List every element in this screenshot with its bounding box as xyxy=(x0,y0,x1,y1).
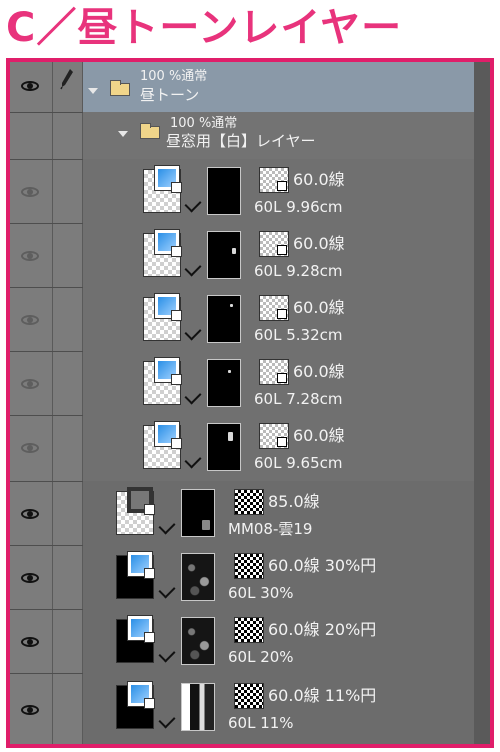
folder-opacity: 100 %通常 xyxy=(170,116,238,131)
layer-row[interactable]: 60.0線 60L 5.32cm xyxy=(10,287,474,352)
tone-label: 60.0線 xyxy=(293,362,345,381)
eye-icon[interactable] xyxy=(21,443,41,455)
layer-row[interactable]: 60.0線 11%円 60L 11% xyxy=(10,673,474,744)
tone-icon xyxy=(259,295,289,321)
layer-mask-thumbnail[interactable] xyxy=(207,167,241,215)
layer-info: 60L 20% xyxy=(228,648,294,666)
tone-label: 60.0線 xyxy=(293,298,345,317)
tone-icon xyxy=(259,359,289,385)
folder-opacity: 100 %通常 xyxy=(140,69,208,84)
eye-icon[interactable] xyxy=(21,509,41,521)
layer-mask-thumbnail[interactable] xyxy=(207,423,241,471)
layer-info: 60L 9.96cm xyxy=(254,198,343,216)
layer-row[interactable]: 60.0線 20%円 60L 20% xyxy=(10,609,474,674)
layer-type-icon xyxy=(127,615,155,643)
folder-icon xyxy=(140,123,160,139)
layer-panel: 100 %通常 昼トーン 100 %通常 昼窓用【白】レイヤー 60.0線 60… xyxy=(6,58,494,748)
eye-icon[interactable] xyxy=(21,573,41,585)
tone-label: 60.0線 11%円 xyxy=(268,686,377,705)
eye-icon[interactable] xyxy=(21,379,41,391)
layer-mask-thumbnail[interactable] xyxy=(181,617,215,665)
folder-row[interactable]: 100 %通常 昼窓用【白】レイヤー xyxy=(10,112,474,160)
tone-icon xyxy=(234,617,264,643)
eye-icon[interactable] xyxy=(21,187,41,199)
eye-icon[interactable] xyxy=(21,705,41,717)
folder-icon xyxy=(110,80,130,96)
layer-row[interactable]: 60.0線 60L 9.65cm xyxy=(10,415,474,482)
layer-type-icon xyxy=(154,293,182,321)
folder-name: 昼窓用【白】レイヤー xyxy=(166,132,316,150)
triangle-down-icon[interactable] xyxy=(118,131,128,137)
pen-icon[interactable] xyxy=(60,68,74,90)
layer-type-icon xyxy=(154,229,182,257)
eye-icon[interactable] xyxy=(21,81,41,93)
tone-label: 60.0線 xyxy=(293,426,345,445)
layer-mask-thumbnail[interactable] xyxy=(181,683,215,731)
triangle-down-icon[interactable] xyxy=(88,88,98,94)
layer-row[interactable]: 60.0線 60L 7.28cm xyxy=(10,351,474,416)
layer-info: 60L 7.28cm xyxy=(254,390,343,408)
tone-icon xyxy=(234,553,264,579)
layer-type-icon xyxy=(154,357,182,385)
layer-info: MM08-雲19 xyxy=(228,520,313,538)
layer-mask-thumbnail[interactable] xyxy=(207,359,241,407)
layer-type-icon xyxy=(127,551,155,579)
layer-row[interactable]: 85.0線 MM08-雲19 xyxy=(10,481,474,546)
layer-type-icon xyxy=(154,165,182,193)
layer-mask-thumbnail[interactable] xyxy=(181,489,215,537)
layer-mask-thumbnail[interactable] xyxy=(207,295,241,343)
tone-icon xyxy=(259,231,289,257)
layer-info: 60L 9.28cm xyxy=(254,262,343,280)
tone-label: 60.0線 20%円 xyxy=(268,620,377,639)
tone-label: 60.0線 30%円 xyxy=(268,556,377,575)
eye-icon[interactable] xyxy=(21,251,41,263)
layer-type-icon xyxy=(154,421,182,449)
scrollbar[interactable] xyxy=(473,62,490,744)
eye-icon[interactable] xyxy=(21,637,41,649)
layer-type-icon xyxy=(127,681,155,709)
layer-row[interactable]: 60.0線 60L 9.28cm xyxy=(10,223,474,288)
tone-icon xyxy=(259,423,289,449)
layer-mask-thumbnail[interactable] xyxy=(181,553,215,601)
layer-type-icon xyxy=(127,487,155,515)
layer-row[interactable]: 60.0線 60L 9.96cm xyxy=(10,159,474,224)
layer-row[interactable]: 60.0線 30%円 60L 30% xyxy=(10,545,474,610)
tone-label: 60.0線 xyxy=(293,170,345,189)
layer-info: 60L 9.65cm xyxy=(254,454,343,472)
tone-icon xyxy=(259,167,289,193)
page-title: C／昼トーンレイヤー xyxy=(6,5,403,51)
tone-label: 85.0線 xyxy=(268,492,320,511)
layer-info: 60L 11% xyxy=(228,714,294,732)
layer-info: 60L 30% xyxy=(228,584,294,602)
folder-name: 昼トーン xyxy=(140,86,200,104)
layer-info: 60L 5.32cm xyxy=(254,326,343,344)
folder-row[interactable]: 100 %通常 昼トーン xyxy=(10,62,474,113)
tone-icon xyxy=(234,683,264,709)
tone-label: 60.0線 xyxy=(293,234,345,253)
layer-mask-thumbnail[interactable] xyxy=(207,231,241,279)
tone-icon xyxy=(234,489,264,515)
eye-icon[interactable] xyxy=(21,315,41,327)
